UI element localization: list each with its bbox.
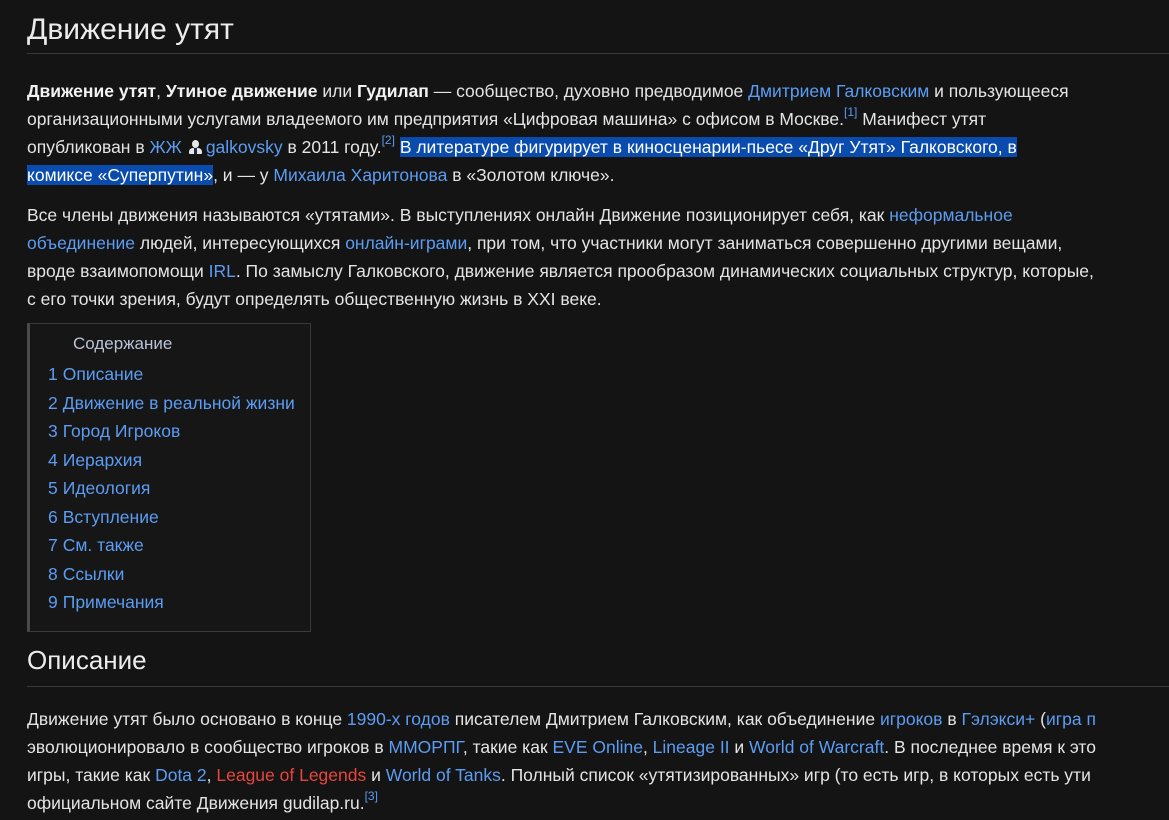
- link-galkovsky[interactable]: Дмитрием Галковским: [748, 81, 929, 101]
- p3-line-3: игры, такие как Dota 2, League of Legend…: [27, 765, 1091, 785]
- link-informal-association[interactable]: неформальное: [889, 205, 1012, 225]
- link-game[interactable]: игра п: [1046, 709, 1096, 729]
- bold-term: Утиное движение: [165, 81, 318, 101]
- article: Движение утят Движение утят, Утиное движ…: [27, 0, 1169, 813]
- p3-line-4: официальном сайте Движения gudilap.ru.[3…: [27, 789, 378, 813]
- p3-line-1: Движение утят было основано в конце 1990…: [27, 709, 1096, 729]
- link-lineage-2[interactable]: Lineage II: [653, 737, 730, 757]
- toc-item-notes[interactable]: 9 Примечания: [48, 588, 295, 617]
- toc-item-players-city[interactable]: 3 Город Игроков: [48, 417, 295, 446]
- toc-item-hierarchy[interactable]: 4 Иерархия: [48, 446, 295, 475]
- description-paragraph: Движение утят было основано в конце 1990…: [27, 705, 1169, 817]
- link-world-of-warcraft[interactable]: World of Warcraft: [749, 737, 884, 757]
- link-players[interactable]: игроков: [880, 709, 943, 729]
- reference-3[interactable]: [3]: [365, 789, 378, 803]
- section-heading-description: Описание: [27, 645, 1169, 687]
- link-galaxy-plus[interactable]: Гэлэкси+: [962, 709, 1036, 729]
- toc-item-joining[interactable]: 6 Вступление: [48, 503, 295, 532]
- page-title: Движение утят: [27, 0, 1169, 54]
- link-1990s[interactable]: 1990-х годов: [347, 709, 450, 729]
- table-of-contents: Содержание 1 Описание 2 Движение в реально…: [27, 323, 311, 632]
- intro-line-4: комиксе «Суперпутин», и — у Михаила Хари…: [27, 165, 615, 185]
- link-online-games[interactable]: онлайн-играми: [345, 233, 467, 253]
- members-paragraph: Все члены движения называются «утятами».…: [27, 201, 1169, 313]
- p3-line-2: эволюционировало в сообщество игроков в …: [27, 737, 1096, 757]
- lj-user-icon[interactable]: [188, 139, 202, 155]
- toc-title: Содержание: [73, 334, 173, 353]
- p2-line-1: Все члены движения называются «утятами».…: [27, 205, 1013, 225]
- p2-line-4: с его точки зрения, будут определять общ…: [27, 289, 602, 309]
- link-mmorpg[interactable]: ММОРПГ: [389, 737, 463, 757]
- reference-2[interactable]: [2]: [382, 133, 395, 147]
- intro-line-1: Движение утят, Утиное движение или Гудил…: [27, 81, 1069, 101]
- selected-text: комиксе «Суперпутин»: [27, 165, 214, 185]
- toc-item-links[interactable]: 8 Ссылки: [48, 560, 295, 589]
- intro-paragraph: Движение утят, Утиное движение или Гудил…: [27, 77, 1169, 189]
- link-irl[interactable]: IRL: [209, 261, 236, 281]
- bold-term: Движение утят: [27, 81, 157, 101]
- link-eve-online[interactable]: EVE Online: [552, 737, 642, 757]
- toc-item-real-life[interactable]: 2 Движение в реальной жизни: [48, 389, 295, 418]
- link-lj-user[interactable]: galkovsky: [206, 137, 283, 157]
- selected-text: В литературе фигурирует в киносценарии-п…: [399, 137, 1017, 157]
- intro-line-3: опубликован в ЖЖ galkovsky в 2011 году.[2…: [27, 133, 1017, 157]
- intro-line-2: организационными услугами владеемого им …: [27, 105, 987, 129]
- toc-item-description[interactable]: 1 Описание: [48, 360, 295, 389]
- reference-1[interactable]: [1]: [844, 105, 857, 119]
- toc-list: 1 Описание 2 Движение в реальной жизни 3 Го…: [48, 360, 295, 617]
- p2-line-2: объединение людей, интересующихся онлайн…: [27, 233, 1063, 253]
- p2-line-3: вроде взаимопомощи IRL. По замыслу Галко…: [27, 261, 1094, 281]
- link-lj[interactable]: ЖЖ: [149, 137, 181, 157]
- link-kharitonov[interactable]: Михаила Харитонова: [273, 165, 447, 185]
- redlink-league-of-legends[interactable]: League of Legends: [216, 765, 366, 785]
- toc-item-see-also[interactable]: 7 См. также: [48, 531, 295, 560]
- bold-term: Гудилап: [357, 81, 429, 101]
- link-informal-association[interactable]: объединение: [27, 233, 135, 253]
- toc-item-ideology[interactable]: 5 Идеология: [48, 474, 295, 503]
- link-dota-2[interactable]: Dota 2: [155, 765, 207, 785]
- link-world-of-tanks[interactable]: World of Tanks: [386, 765, 501, 785]
